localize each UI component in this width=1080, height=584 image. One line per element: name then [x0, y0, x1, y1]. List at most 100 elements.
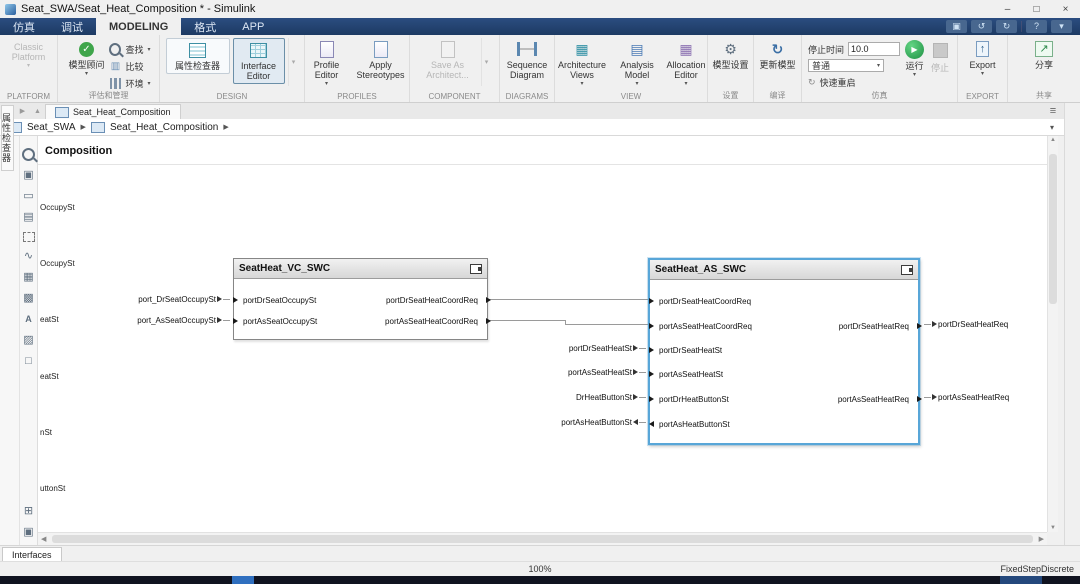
- scroll-right-icon[interactable]: ▶: [1039, 535, 1044, 543]
- shade-icon[interactable]: ▩: [22, 292, 35, 305]
- image-icon[interactable]: ▨: [22, 334, 35, 347]
- export-button[interactable]: ↑ Export ▾: [967, 38, 997, 79]
- apply-stereotypes-button[interactable]: Apply Stereotypes: [352, 38, 410, 82]
- external-port-label[interactable]: portAsHeatButtonSt: [488, 416, 646, 428]
- input-port-icon[interactable]: [649, 323, 654, 329]
- model-canvas[interactable]: Composition OccupySt OccupySt eatSt eatS…: [38, 136, 1047, 532]
- environment-button[interactable]: 环境 ▾: [109, 76, 150, 90]
- component-gallery-caret-icon[interactable]: ▾: [481, 38, 492, 86]
- block-header[interactable]: SeatHeat_AS_SWC: [650, 260, 918, 280]
- tab-modeling[interactable]: MODELING: [96, 18, 181, 35]
- redo-icon[interactable]: ↻: [996, 20, 1017, 33]
- external-port-label[interactable]: portDrSeatHeatReq: [924, 318, 1047, 330]
- classic-platform-button[interactable]: Classic Platform ▾: [2, 38, 56, 71]
- annotation-icon[interactable]: A: [22, 313, 35, 326]
- minimize-button[interactable]: –: [993, 0, 1022, 18]
- notes-icon[interactable]: ▤: [22, 211, 35, 224]
- property-inspector-button[interactable]: 属性检查器: [166, 38, 230, 74]
- block-header[interactable]: SeatHeat_VC_SWC: [234, 259, 487, 279]
- save-icon[interactable]: ▣: [946, 20, 967, 33]
- stop-button[interactable]: 停止: [929, 38, 951, 75]
- undo-icon[interactable]: ↺: [971, 20, 992, 33]
- edge-port-label[interactable]: eatSt: [40, 372, 59, 381]
- snapshot-icon[interactable]: ▣: [22, 526, 35, 539]
- nav-forward-icon[interactable]: ▶: [15, 103, 30, 119]
- interfaces-tab[interactable]: Interfaces: [2, 547, 62, 562]
- tab-list-menu-icon[interactable]: ≡: [1042, 103, 1064, 119]
- sequence-diagram-button[interactable]: Sequence Diagram: [502, 38, 552, 82]
- architecture-views-button[interactable]: ▦ Architecture Views ▾: [552, 38, 612, 89]
- close-button[interactable]: ×: [1051, 0, 1080, 18]
- help-icon[interactable]: ?: [1026, 20, 1047, 33]
- tab-simulation[interactable]: 仿真: [0, 18, 48, 35]
- stop-time-input[interactable]: [848, 42, 900, 56]
- scroll-left-icon[interactable]: ◀: [41, 535, 46, 543]
- screenshot-icon[interactable]: ▣: [22, 169, 35, 182]
- input-port-icon[interactable]: [649, 347, 654, 353]
- compare-button[interactable]: ▥ 比较: [109, 59, 150, 73]
- design-gallery-caret-icon[interactable]: ▾: [288, 38, 299, 86]
- edge-port-label[interactable]: OccupySt: [40, 259, 75, 268]
- edge-port-label[interactable]: nSt: [40, 428, 52, 437]
- simulation-mode-select[interactable]: 普通 ▾: [808, 59, 884, 72]
- find-button[interactable]: 查找 ▾: [109, 42, 150, 56]
- output-port-icon[interactable]: [917, 396, 922, 402]
- external-port-label[interactable]: port_DrSeatOccupySt: [78, 293, 230, 305]
- vertical-scrollbar[interactable]: ▲ ▼: [1047, 136, 1058, 532]
- input-port-icon[interactable]: [233, 318, 238, 324]
- external-port-label[interactable]: portAsSeatHeatReq: [924, 391, 1047, 403]
- tab-debug[interactable]: 调试: [48, 18, 96, 35]
- output-port-icon[interactable]: [486, 318, 491, 324]
- nav-up-icon[interactable]: ▲: [30, 103, 45, 119]
- external-port-label[interactable]: DrHeatButtonSt: [488, 391, 646, 403]
- wire[interactable]: [488, 320, 566, 321]
- input-port-icon[interactable]: [649, 396, 654, 402]
- area-select-icon[interactable]: [23, 232, 35, 242]
- model-settings-button[interactable]: ⚙ 模型设置: [710, 38, 750, 72]
- block-seatheat-vc-swc[interactable]: SeatHeat_VC_SWC portDrSeatOccupySt portA…: [233, 258, 488, 340]
- maximize-button[interactable]: □: [1022, 0, 1051, 18]
- output-port-icon[interactable]: [486, 297, 491, 303]
- zoom-icon[interactable]: [22, 148, 35, 161]
- solver-name[interactable]: FixedStepDiscrete: [1000, 564, 1074, 574]
- breadcrumb-item-root[interactable]: Seat_SWA: [27, 122, 76, 133]
- fast-restart-toggle[interactable]: ↻ 快速重启: [808, 75, 900, 89]
- save-as-architecture-button[interactable]: Save As Architect...: [418, 38, 478, 82]
- edge-port-label[interactable]: OccupySt: [40, 203, 75, 212]
- wire[interactable]: [488, 299, 648, 300]
- block-frame-icon[interactable]: ▭: [22, 190, 35, 203]
- block-seatheat-as-swc[interactable]: SeatHeat_AS_SWC portDrSeatHeatCoordReq p…: [648, 258, 920, 445]
- horizontal-scroll-thumb[interactable]: [52, 535, 1033, 543]
- property-inspector-dock-tab[interactable]: 属性检查器: [1, 105, 14, 171]
- breadcrumb-item-current[interactable]: Seat_Heat_Composition: [110, 122, 218, 133]
- data-inspector-icon[interactable]: ⊞: [22, 505, 35, 518]
- external-port-label[interactable]: port_AsSeatOccupySt: [78, 314, 230, 326]
- edge-port-label[interactable]: eatSt: [40, 315, 59, 324]
- signal-icon[interactable]: ∿: [22, 250, 35, 263]
- tab-format[interactable]: 格式: [181, 18, 229, 35]
- collapse-panel-icon[interactable]: «: [7, 138, 12, 545]
- empty-box-icon[interactable]: □: [22, 355, 35, 368]
- scroll-up-icon[interactable]: ▲: [1048, 137, 1058, 143]
- scroll-down-icon[interactable]: ▼: [1048, 525, 1058, 531]
- analysis-model-button[interactable]: ▤ Analysis Model ▾: [615, 38, 659, 89]
- breadcrumb-dropdown-icon[interactable]: ▾: [1050, 123, 1064, 132]
- external-port-label[interactable]: portDrSeatHeatSt: [488, 342, 646, 354]
- vertical-scroll-thumb[interactable]: [1049, 154, 1057, 304]
- input-port-icon[interactable]: [649, 371, 654, 377]
- model-advisor-button[interactable]: ✓ 模型顾问 ▾: [66, 38, 106, 79]
- output-port-icon[interactable]: [649, 421, 654, 427]
- scope-icon[interactable]: ▦: [22, 271, 35, 284]
- run-button[interactable]: ▶ 运行 ▾: [903, 38, 926, 80]
- tab-apps[interactable]: APP: [229, 18, 277, 35]
- minimize-ribbon-icon[interactable]: ▾: [1051, 20, 1072, 33]
- allocation-editor-button[interactable]: ▦ Allocation Editor ▾: [662, 38, 710, 89]
- input-port-icon[interactable]: [233, 297, 238, 303]
- output-port-icon[interactable]: [917, 323, 922, 329]
- external-port-label[interactable]: portAsSeatHeatSt: [488, 366, 646, 378]
- interface-editor-button[interactable]: Interface Editor: [233, 38, 285, 84]
- document-tab[interactable]: Seat_Heat_Composition: [45, 104, 181, 119]
- wire[interactable]: [565, 324, 649, 325]
- edge-port-label[interactable]: uttonSt: [40, 484, 65, 493]
- horizontal-scrollbar[interactable]: ◀ ▶: [38, 532, 1047, 545]
